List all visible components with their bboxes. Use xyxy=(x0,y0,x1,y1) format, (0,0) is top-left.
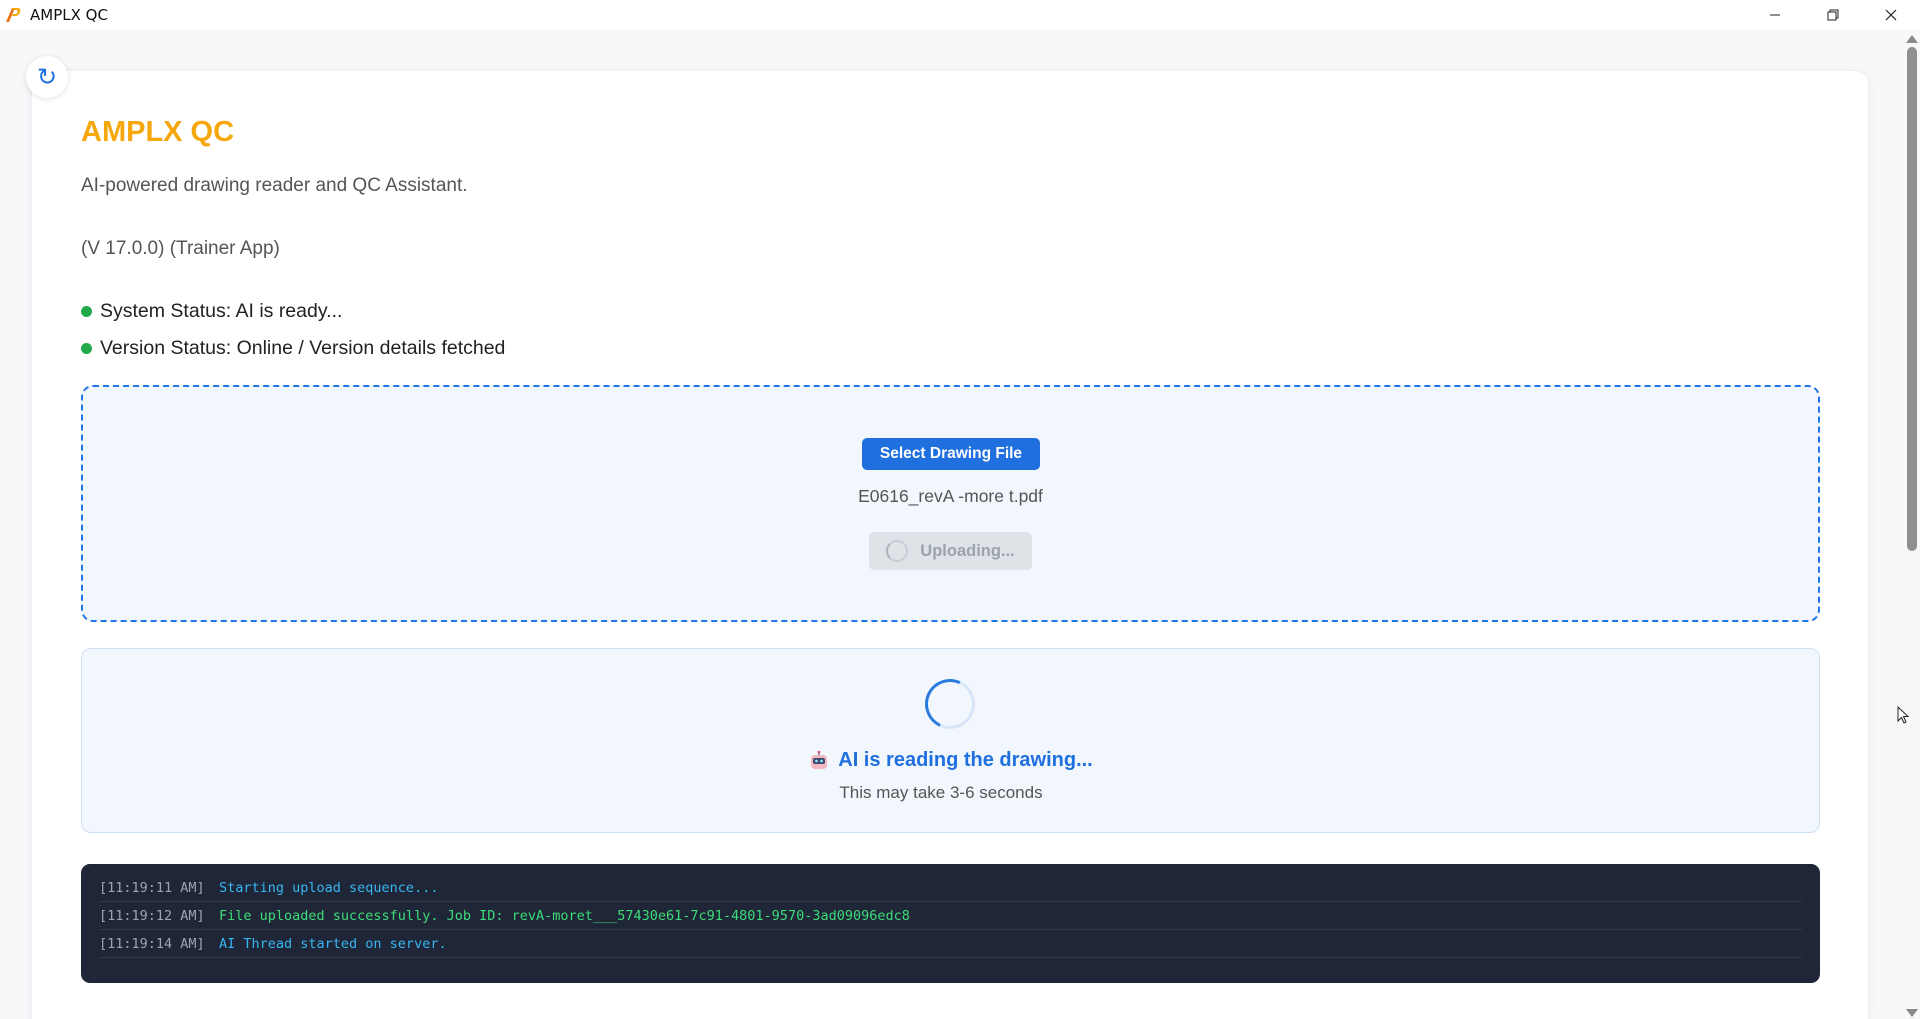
mouse-cursor-icon xyxy=(1897,706,1910,724)
version-status: Version Status: Online / Version details… xyxy=(81,337,505,360)
status-dot-icon xyxy=(81,343,92,354)
window-title: AMPLX QC xyxy=(30,5,108,24)
loading-spinner-icon xyxy=(886,540,909,562)
ai-duration-note: This may take 3-6 seconds xyxy=(839,783,1043,802)
scroll-up-arrow-icon[interactable] xyxy=(1906,35,1918,43)
status-dot-icon xyxy=(81,306,92,317)
version-status-text: Version Status: Online / Version details… xyxy=(100,337,506,359)
scroll-down-arrow-icon[interactable] xyxy=(1906,1009,1918,1017)
log-message: File uploaded successfully. Job ID: revA… xyxy=(219,907,910,924)
robot-icon xyxy=(811,750,828,769)
page-title: AMPLX QC xyxy=(81,116,235,148)
select-drawing-file-button[interactable]: Select Drawing File xyxy=(862,438,1040,470)
page-subtitle: AI-powered drawing reader and QC Assista… xyxy=(81,175,468,196)
window-titlebar: AMPLX QC xyxy=(0,0,1920,29)
uploading-button: Uploading... xyxy=(869,532,1032,570)
log-entry: [11:19:14 AM] AI Thread started on serve… xyxy=(99,930,1802,958)
ai-processing-panel xyxy=(81,648,1820,833)
vertical-scrollbar[interactable] xyxy=(1903,29,1920,1019)
minimize-button[interactable] xyxy=(1746,0,1804,29)
restore-button[interactable] xyxy=(1804,0,1862,29)
log-entry: [11:19:12 AM] File uploaded successfully… xyxy=(99,902,1802,930)
log-message: AI Thread started on server. xyxy=(219,935,447,952)
log-message: Starting upload sequence... xyxy=(219,879,439,896)
close-icon xyxy=(1885,9,1897,20)
restore-icon xyxy=(1827,9,1839,20)
log-timestamp: [11:19:11 AM] xyxy=(99,879,205,896)
log-timestamp: [11:19:12 AM] xyxy=(99,907,205,924)
minimize-icon xyxy=(1770,14,1780,15)
selected-file-name: E0616_revA -more t.pdf xyxy=(858,486,1043,506)
log-timestamp: [11:19:14 AM] xyxy=(99,935,205,952)
system-status: System Status: AI is ready... xyxy=(81,300,342,323)
refresh-icon: ↻ xyxy=(36,63,58,91)
scroll-thumb[interactable] xyxy=(1907,47,1917,551)
version-label: (V 17.0.0) (Trainer App) xyxy=(81,238,280,259)
close-button[interactable] xyxy=(1862,0,1920,29)
ai-status-message: AI is reading the drawing... xyxy=(81,749,1820,772)
log-console: [11:19:11 AM] Starting upload sequence..… xyxy=(81,864,1820,983)
uploading-label: Uploading... xyxy=(920,541,1015,560)
log-entry: [11:19:11 AM] Starting upload sequence..… xyxy=(99,874,1802,902)
refresh-button[interactable]: ↻ xyxy=(26,56,68,98)
ai-status-text: AI is reading the drawing... xyxy=(838,749,1093,771)
app-logo-icon xyxy=(4,6,22,24)
system-status-text: System Status: AI is ready... xyxy=(100,300,343,322)
